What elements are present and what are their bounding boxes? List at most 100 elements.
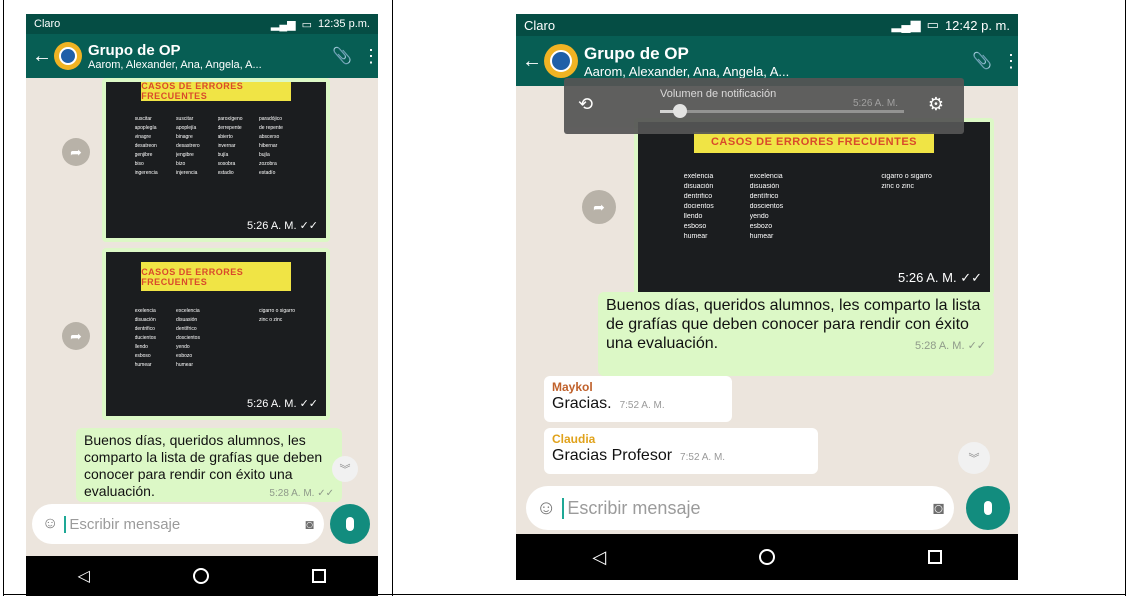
back-arrow-icon[interactable]: ← [522, 50, 542, 73]
emoji-icon[interactable]: ☺ [42, 515, 58, 533]
word-cell [218, 335, 256, 341]
rotation-lock-icon[interactable]: ⟲ [578, 94, 593, 115]
word-cell: jengibre [176, 152, 194, 159]
word-cell: derrepente [217, 125, 242, 132]
message-placeholder: Escribir mensaje [64, 515, 305, 533]
status-bar: Claro ▂▄▆ ▭ 12:42 p. m. [516, 14, 1018, 36]
nav-back-icon[interactable]: ◁ [592, 547, 606, 568]
mic-icon [984, 501, 992, 515]
text-message-incoming[interactable]: Maykol Gracias. 7:52 A. M. [544, 376, 732, 422]
word-cell: biso [134, 161, 144, 168]
read-receipt-icon: ✓✓ [317, 488, 334, 499]
camera-icon[interactable]: ◙ [306, 516, 314, 532]
scroll-down-icon[interactable]: ︾ [958, 442, 990, 474]
mic-button[interactable] [330, 504, 370, 544]
share-icon[interactable]: ➦ [582, 190, 616, 224]
android-nav-bar: ◁ [26, 556, 378, 596]
word-grid: suscitar suscitar paroxígeno paradójico … [135, 116, 298, 176]
mic-button[interactable] [966, 486, 1010, 530]
word-cell: desastrero [176, 143, 200, 150]
group-avatar-icon[interactable] [54, 42, 82, 70]
figure-border-right [1125, 0, 1126, 596]
signal-icon: ▂▄▆ [891, 17, 921, 32]
sender-name: Claudia [552, 432, 596, 446]
back-arrow-icon[interactable]: ← [32, 45, 52, 68]
nav-recent-icon[interactable] [312, 569, 327, 583]
text-message[interactable]: Buenos días, queridos alumnos, les compa… [76, 428, 342, 502]
image-message[interactable]: CASOS DE ERRORES FRECUENTES suscitar sus… [102, 78, 330, 242]
group-members: Aarom, Alexander, Ana, Angela, A... [584, 63, 790, 79]
group-title: Grupo de OP [584, 43, 689, 63]
emoji-icon[interactable]: ☺ [536, 497, 556, 520]
image-message[interactable]: CASOS DE ERRORES FRECUENTES exelencia ex… [102, 248, 330, 420]
nav-home-icon[interactable] [758, 549, 775, 565]
read-receipt-icon: ✓✓ [299, 220, 318, 232]
settings-gear-icon[interactable]: ⚙ [928, 94, 944, 115]
camera-icon[interactable]: ◙ [933, 498, 944, 519]
word-cell [881, 233, 944, 240]
volume-slider-handle[interactable] [672, 104, 687, 118]
read-receipt-icon: ✓✓ [960, 270, 982, 285]
group-avatar-icon[interactable] [544, 44, 578, 78]
status-bar: Claro ▂▄▆ ▭ 12:35 p.m. [26, 14, 378, 34]
nav-recent-icon[interactable] [927, 550, 942, 564]
word-cell [816, 183, 879, 190]
overflow-menu-icon[interactable]: ⋮ [1002, 51, 1018, 72]
volume-slider[interactable] [660, 104, 904, 118]
word-cell: doscientos [749, 203, 784, 210]
word-cell: paradójico [258, 116, 283, 123]
carrier-label: Claro [34, 18, 61, 30]
mic-icon [346, 517, 354, 531]
word-cell: docientos [683, 203, 714, 210]
word-cell [218, 353, 256, 359]
word-grid: exelencia excelencia cigarro o sigarro d… [135, 308, 298, 368]
share-icon[interactable]: ➦ [62, 322, 90, 350]
signal-icon: ▂▄▆ [270, 18, 296, 31]
word-cell: de repente [258, 125, 283, 132]
group-members: Aarom, Alexander, Ana, Angela, A... [88, 58, 262, 71]
word-cell: desatreon [134, 143, 157, 150]
word-cell: yendo [749, 213, 769, 220]
word-cell: estadio [217, 170, 234, 177]
word-cell: ingerencia [134, 170, 158, 177]
image-banner: CASOS DE ERRORES FRECUENTES [141, 82, 291, 101]
word-cell [218, 362, 256, 368]
attachment-icon[interactable]: 📎 [332, 46, 352, 66]
word-cell: disuación [134, 316, 156, 323]
text-message-incoming[interactable]: Claudia Gracias Profesor 7:52 A. M. [544, 428, 818, 474]
image-message[interactable]: CASOS DE ERRORES FRECUENTES exelencia ex… [634, 118, 994, 296]
word-cell: dentrifico [134, 325, 155, 332]
message-input[interactable]: ☺ Escribir mensaje ◙ [32, 504, 324, 544]
battery-icon: ▭ [301, 18, 313, 31]
message-time: 5:26 A. M. ✓✓ [898, 270, 982, 285]
word-cell: dentrifico [683, 193, 713, 200]
word-cell [259, 344, 297, 350]
nav-back-icon[interactable]: ◁ [78, 566, 90, 586]
ghost-time: 5:26 A. M. [852, 98, 898, 109]
share-icon[interactable]: ➦ [62, 138, 90, 166]
word-cell: ducientos [134, 334, 156, 341]
word-cell: dentífrico [749, 193, 779, 200]
attachment-icon[interactable]: 📎 [972, 51, 992, 71]
word-cell [816, 233, 879, 240]
text-message[interactable]: Buenos días, queridos alumnos, les compa… [598, 292, 994, 376]
message-input[interactable]: ☺ Escribir mensaje ◙ [526, 486, 954, 530]
word-cell: llendo [134, 343, 148, 350]
chat-title-block[interactable]: Grupo de OP Aarom, Alexander, Ana, Angel… [88, 42, 322, 71]
chat-title-block[interactable]: Grupo de OP Aarom, Alexander, Ana, Angel… [584, 44, 962, 79]
word-cell: humear [134, 361, 152, 368]
word-cell: excelencia [749, 173, 783, 180]
nav-home-icon[interactable] [193, 568, 210, 584]
word-cell: exelencia [683, 173, 714, 180]
overflow-menu-icon[interactable]: ⋮ [362, 46, 378, 67]
word-cell [218, 326, 256, 332]
android-nav-bar: ◁ [516, 534, 1018, 580]
clock-label: 12:35 p.m. [318, 18, 370, 30]
word-cell: esboso [683, 223, 707, 230]
word-cell: zozobra [258, 161, 277, 168]
image-photo: CASOS DE ERRORES FRECUENTES exelencia ex… [638, 122, 990, 292]
word-cell: bizo [176, 161, 186, 168]
word-cell [259, 326, 297, 332]
scroll-down-icon[interactable]: ︾ [332, 456, 358, 482]
word-cell: sosobra [217, 161, 236, 168]
